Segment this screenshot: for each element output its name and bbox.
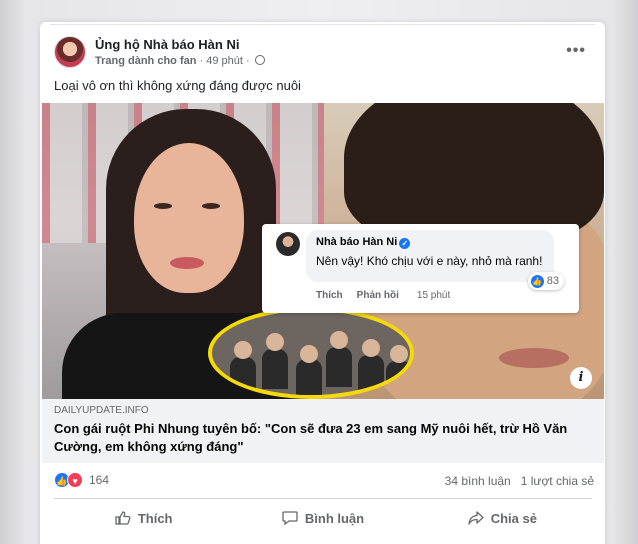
post-header: Ủng hộ Nhà báo Hàn Ni Trang dành cho fan…	[54, 36, 594, 76]
globe-icon	[254, 55, 265, 65]
like-button[interactable]: Thích	[54, 502, 233, 534]
love-icon: ♥	[67, 472, 83, 488]
post-actions: Thích Bình luận Chia sẻ	[54, 502, 592, 534]
comment-label: Bình luận	[304, 510, 365, 526]
post-time[interactable]: · 49 phút ·	[200, 55, 250, 67]
reaction-count: 164	[89, 473, 110, 487]
like-icon	[115, 511, 131, 525]
like-icon: 👍	[530, 274, 544, 288]
comment-author: Nhà báo Hàn Ni ✓	[316, 236, 411, 249]
comment-reactions: 👍 83	[527, 272, 564, 290]
divider	[54, 498, 592, 499]
link-domain: DAILYUPDATE.INFO	[54, 405, 149, 416]
comment-icon	[282, 511, 298, 525]
reaction-summary[interactable]: 👍 ♥ 164	[54, 472, 109, 488]
page-name-link[interactable]: Ủng hộ Nhà báo Hàn Ni	[95, 37, 239, 52]
link-preview[interactable]: DAILYUPDATE.INFO Con gái ruột Phi Nhung …	[42, 399, 604, 463]
comment-actions: Thích Phản hồi 15 phút	[316, 290, 450, 301]
post-caption: Loại vô ơn thì không xứng đáng được nuôi	[54, 78, 301, 93]
share-label: Chia sẻ	[490, 510, 537, 526]
embedded-comment-screenshot: Nhà báo Hàn Ni ✓ Nên vậy! Khó chịu với e …	[262, 224, 579, 313]
comment-button[interactable]: Bình luận	[233, 502, 412, 534]
comment-avatar	[276, 232, 300, 256]
comment-reply: Phản hồi	[356, 290, 399, 301]
previous-post-edge	[50, 24, 595, 25]
page-category: Trang dành cho fan	[95, 55, 197, 67]
share-icon	[468, 511, 484, 525]
more-icon[interactable]: •••	[566, 42, 586, 60]
like-label: Thích	[137, 510, 173, 526]
comment-text: Nên vậy! Khó chịu với e này, nhỏ mà ranh…	[316, 254, 543, 268]
link-headline[interactable]: Con gái ruột Phi Nhung tuyên bố: "Con sẽ…	[54, 420, 594, 456]
post-stats: 👍 ♥ 164 34 bình luận 1 lượt chia sẻ	[54, 470, 594, 492]
info-icon[interactable]: i	[570, 367, 592, 389]
comment-time: 15 phút	[416, 290, 451, 301]
post-card: Ủng hộ Nhà báo Hàn Ni Trang dành cho fan…	[40, 22, 605, 544]
comment-bubble: Nhà báo Hàn Ni ✓ Nên vậy! Khó chịu với e …	[306, 230, 564, 290]
verified-icon: ✓	[399, 238, 411, 249]
page-avatar[interactable]	[54, 36, 86, 68]
share-button[interactable]: Chia sẻ	[413, 502, 592, 534]
comment-like: Thích	[316, 290, 343, 301]
comment-count-link[interactable]: 34 bình luận	[445, 474, 511, 488]
photo-children-inset	[208, 307, 414, 399]
post-subline: Trang dành cho fan · 49 phút ·	[95, 55, 265, 67]
share-count-link[interactable]: 1 lượt chia sẻ	[521, 474, 594, 488]
